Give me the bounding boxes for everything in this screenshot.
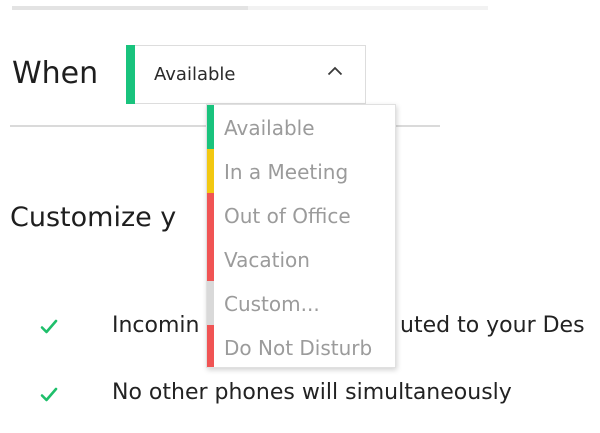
checkmark-icon [40, 387, 58, 402]
feature-text: No other phones will simultaneously [112, 380, 512, 405]
customize-section-title: Customize y [10, 202, 177, 233]
status-color-bar [207, 237, 214, 281]
status-dropdown-menu: Available In a Meeting Out of Office Vac… [206, 104, 396, 368]
chevron-up-icon [327, 66, 343, 76]
status-option-label: Do Not Disturb [224, 336, 373, 360]
status-option-label: Vacation [224, 248, 310, 272]
status-color-bar [207, 149, 214, 193]
status-select-value: Available [154, 64, 236, 85]
status-option-vacation[interactable]: Vacation [207, 237, 395, 281]
status-option-do-not-disturb[interactable]: Do Not Disturb [207, 325, 395, 367]
tab-strip-underline [12, 6, 488, 10]
status-option-out-of-office[interactable]: Out of Office [207, 193, 395, 237]
status-option-label: Available [224, 116, 315, 140]
status-option-available[interactable]: Available [207, 105, 395, 149]
status-color-bar [207, 325, 214, 367]
status-option-label: Custom... [224, 292, 320, 316]
feature-text: uted to your Des [400, 313, 585, 338]
status-color-bar [207, 193, 214, 237]
status-option-in-a-meeting[interactable]: In a Meeting [207, 149, 395, 193]
checkmark-icon [40, 319, 58, 334]
status-option-label: Out of Office [224, 204, 351, 228]
presence-settings-panel: When Available Customize y Incomin uted … [0, 0, 600, 433]
status-select[interactable]: Available [126, 45, 366, 104]
status-option-custom[interactable]: Custom... [207, 281, 395, 325]
active-tab-underline [12, 6, 248, 10]
feature-text: Incomin [112, 313, 200, 338]
status-color-bar [207, 281, 214, 325]
status-color-indicator [126, 45, 135, 104]
status-option-label: In a Meeting [224, 160, 349, 184]
status-color-bar [207, 105, 214, 149]
when-label: When [12, 56, 99, 91]
